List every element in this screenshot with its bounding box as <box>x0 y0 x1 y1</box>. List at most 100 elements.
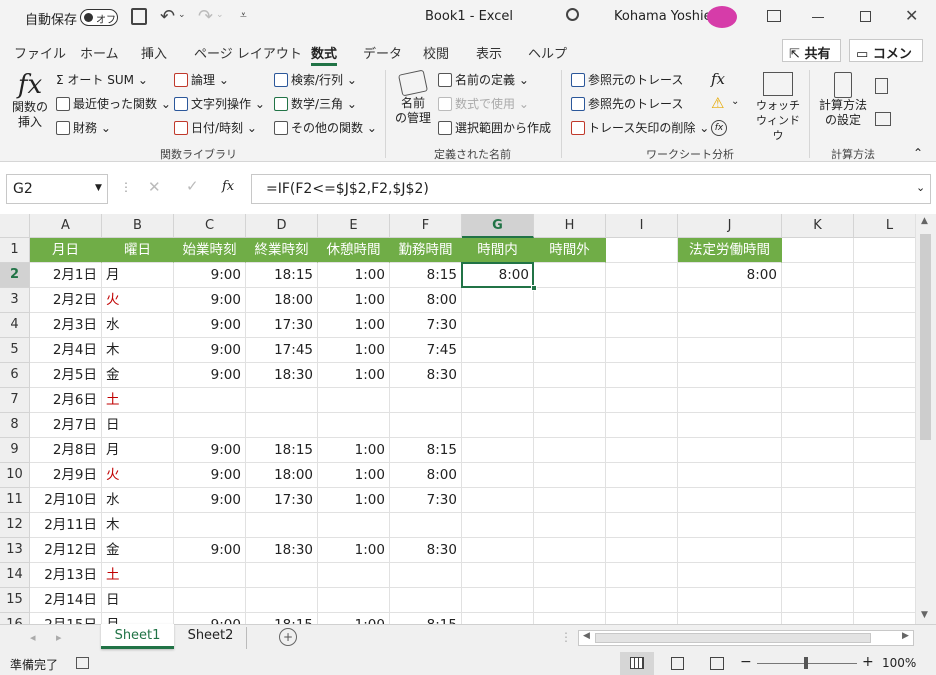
name-manager-button[interactable]: 名前 の管理 <box>392 69 434 126</box>
cell-d13[interactable]: 18:30 <box>246 538 318 563</box>
cell-i3[interactable] <box>606 288 678 313</box>
select-all-corner[interactable] <box>0 214 30 238</box>
collapse-ribbon-icon[interactable]: ⌃ <box>913 146 923 160</box>
cell-a2[interactable]: 2月1日 <box>30 263 102 288</box>
save-icon[interactable] <box>131 8 147 25</box>
cell-c11[interactable]: 9:00 <box>174 488 246 513</box>
cell-h7[interactable] <box>534 388 606 413</box>
cell-g15[interactable] <box>462 588 534 613</box>
avatar[interactable] <box>707 6 737 28</box>
cell-k9[interactable] <box>782 438 854 463</box>
header-cell-d[interactable]: 終業時刻 <box>246 238 318 263</box>
cell-i8[interactable] <box>606 413 678 438</box>
cell-f2[interactable]: 8:15 <box>390 263 462 288</box>
cell-a3[interactable]: 2月2日 <box>30 288 102 313</box>
cell-a5[interactable]: 2月4日 <box>30 338 102 363</box>
cell-k6[interactable] <box>782 363 854 388</box>
cell-e11[interactable]: 1:00 <box>318 488 390 513</box>
fill-handle[interactable] <box>531 285 537 291</box>
cell-c9[interactable]: 9:00 <box>174 438 246 463</box>
horizontal-scrollbar[interactable]: ◀ ▶ <box>578 630 914 646</box>
cell-f15[interactable] <box>390 588 462 613</box>
redo-icon[interactable]: ↷ <box>198 6 213 27</box>
cell-h3[interactable] <box>534 288 606 313</box>
trace-precedents-button[interactable]: 参照元のトレース <box>571 72 683 88</box>
cell-g2[interactable]: 8:00 <box>462 263 534 288</box>
macro-record-icon[interactable] <box>76 657 89 669</box>
cell-i6[interactable] <box>606 363 678 388</box>
header-cell-g[interactable]: 時間内 <box>462 238 534 263</box>
cell-l7[interactable] <box>854 388 915 413</box>
cell-j7[interactable] <box>678 388 782 413</box>
cell-e10[interactable]: 1:00 <box>318 463 390 488</box>
cell-h13[interactable] <box>534 538 606 563</box>
cell-l10[interactable] <box>854 463 915 488</box>
scroll-left-icon[interactable]: ◀ <box>583 631 590 641</box>
cell-b6[interactable]: 金 <box>102 363 174 388</box>
header-cell-c[interactable]: 始業時刻 <box>174 238 246 263</box>
cell-a16[interactable]: 2月15日 <box>30 613 102 624</box>
comments-button[interactable]: ▭ コメント <box>849 39 923 81</box>
zoom-slider-thumb[interactable] <box>804 657 808 669</box>
tab-file[interactable]: ファイル <box>14 43 66 62</box>
cell-e5[interactable]: 1:00 <box>318 338 390 363</box>
cell-g5[interactable] <box>462 338 534 363</box>
cell-d7[interactable] <box>246 388 318 413</box>
customize-qat-icon[interactable]: ⩡ <box>240 8 247 23</box>
cell-i9[interactable] <box>606 438 678 463</box>
cell-b14[interactable]: 土 <box>102 563 174 588</box>
use-in-formula-button[interactable]: 数式で使用 ⌄ <box>438 96 529 112</box>
cell-d10[interactable]: 18:00 <box>246 463 318 488</box>
cell-l4[interactable] <box>854 313 915 338</box>
cell-g13[interactable] <box>462 538 534 563</box>
cell-i15[interactable] <box>606 588 678 613</box>
cell-h5[interactable] <box>534 338 606 363</box>
error-checking-icon[interactable]: ⚠ <box>711 94 724 112</box>
cell-f6[interactable]: 8:30 <box>390 363 462 388</box>
cell-k10[interactable] <box>782 463 854 488</box>
autosave-toggle[interactable]: オフ <box>80 9 118 26</box>
cell-c15[interactable] <box>174 588 246 613</box>
tab-page-layout[interactable]: ページ レイアウト <box>194 43 302 62</box>
cell-i4[interactable] <box>606 313 678 338</box>
cell-i13[interactable] <box>606 538 678 563</box>
cell-b10[interactable]: 火 <box>102 463 174 488</box>
cell-b13[interactable]: 金 <box>102 538 174 563</box>
column-header-i[interactable]: I <box>606 214 678 238</box>
cell-c2[interactable]: 9:00 <box>174 263 246 288</box>
add-sheet-icon[interactable]: + <box>279 628 297 646</box>
cell-b12[interactable]: 木 <box>102 513 174 538</box>
cell-g8[interactable] <box>462 413 534 438</box>
row-header[interactable]: 2 <box>0 263 30 288</box>
row-header[interactable]: 1 <box>0 238 30 263</box>
cell-g9[interactable] <box>462 438 534 463</box>
cell-g4[interactable] <box>462 313 534 338</box>
cell-g14[interactable] <box>462 563 534 588</box>
cell-e12[interactable] <box>318 513 390 538</box>
cell-k13[interactable] <box>782 538 854 563</box>
trace-dependents-button[interactable]: 参照先のトレース <box>571 96 683 112</box>
cell-l15[interactable] <box>854 588 915 613</box>
page-layout-view-icon[interactable] <box>671 657 684 670</box>
tab-formulas[interactable]: 数式 <box>311 43 338 66</box>
tab-view[interactable]: 表示 <box>476 43 502 62</box>
cell-d14[interactable] <box>246 563 318 588</box>
row-header[interactable]: 3 <box>0 288 30 313</box>
cell-k3[interactable] <box>782 288 854 313</box>
cell-g3[interactable] <box>462 288 534 313</box>
column-header-g[interactable]: G <box>462 214 534 238</box>
maximize-icon[interactable] <box>860 11 871 22</box>
column-header-f[interactable]: F <box>390 214 462 238</box>
scroll-up-icon[interactable]: ▲ <box>921 216 928 226</box>
cell-i11[interactable] <box>606 488 678 513</box>
more-functions-button[interactable]: その他の関数 ⌄ <box>274 120 377 136</box>
cell-h9[interactable] <box>534 438 606 463</box>
insert-function-icon[interactable]: fx <box>222 179 234 194</box>
cell-f7[interactable] <box>390 388 462 413</box>
cell-b3[interactable]: 火 <box>102 288 174 313</box>
ribbon-display-options-icon[interactable] <box>767 10 781 22</box>
cell-c5[interactable]: 9:00 <box>174 338 246 363</box>
cell-k15[interactable] <box>782 588 854 613</box>
cell-h8[interactable] <box>534 413 606 438</box>
cell-k11[interactable] <box>782 488 854 513</box>
